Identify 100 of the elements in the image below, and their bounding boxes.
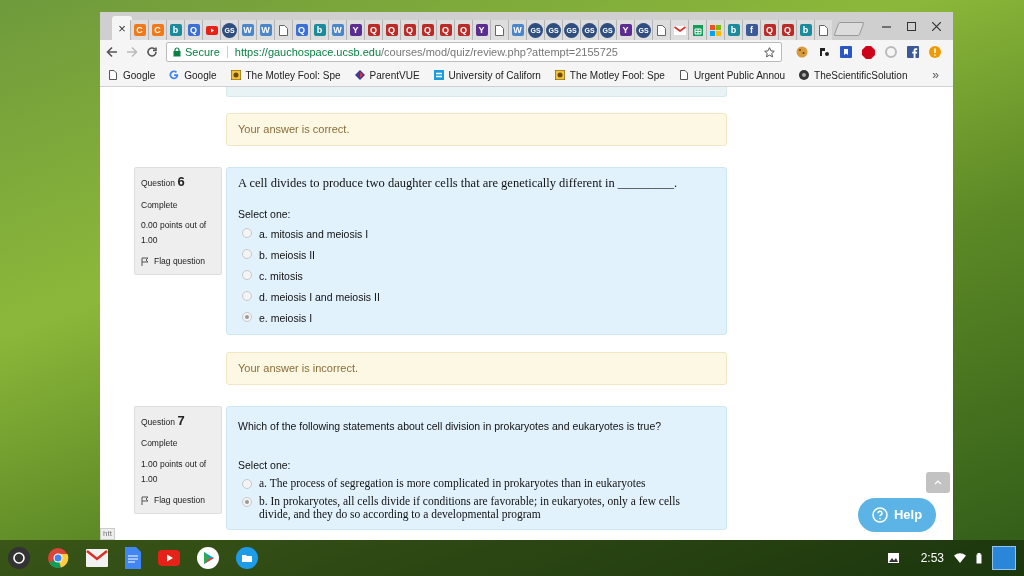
cookie-icon[interactable]: [796, 46, 808, 58]
reload-icon[interactable]: [146, 46, 158, 58]
browser-tab[interactable]: [490, 20, 508, 40]
browser-tab[interactable]: b: [166, 20, 184, 40]
feedback-text: Your answer is incorrect.: [226, 351, 727, 385]
play-video-icon: [205, 25, 218, 35]
page-icon: [495, 24, 504, 36]
answer-option-text: a. The process of segregation is more complicated in prokaryotes than in eukaryotes: [259, 477, 646, 490]
image-icon[interactable]: [887, 553, 899, 563]
page-icon: [678, 70, 689, 80]
favicon-icon: Q: [367, 24, 380, 36]
browser-tab[interactable]: b: [310, 20, 328, 40]
back-arrow-icon[interactable]: [106, 46, 118, 58]
browser-tab[interactable]: Y: [616, 20, 634, 40]
radio-button[interactable]: [242, 290, 252, 301]
browser-tab[interactable]: W: [238, 20, 256, 40]
maximize-icon[interactable]: [907, 21, 916, 31]
battery-icon[interactable]: [976, 552, 982, 564]
select-one-label: Select one:: [238, 206, 292, 222]
bookmark-link[interactable]: University of Californ: [433, 67, 541, 83]
browser-tab[interactable]: [670, 20, 688, 40]
adblock-icon[interactable]: [862, 45, 875, 59]
favicon-icon: b: [169, 24, 182, 36]
browser-tab[interactable]: Y: [346, 20, 364, 40]
browser-tab[interactable]: W: [256, 20, 274, 40]
address-field[interactable]: Secure https://gauchospace.ucsb.edu/courses/mod/quiz/review.php?attempt=2155725: [166, 42, 782, 62]
radio-button[interactable]: [242, 311, 252, 322]
bookmark-link[interactable]: The Motley Fool: Spe: [554, 67, 665, 83]
play-store-icon[interactable]: [197, 547, 219, 569]
question-prompt-text: Which of the following statements about cell division in prokaryotes and eukaryotes is true?: [238, 418, 663, 434]
bookmark-link[interactable]: ParentVUE: [354, 67, 420, 83]
play-video-icon[interactable]: [158, 550, 180, 566]
browser-tab[interactable]: b: [724, 20, 742, 40]
browser-tab[interactable]: [706, 20, 724, 40]
favicon-icon: Y: [619, 24, 632, 36]
feedback-text: Your answer is correct.: [226, 113, 727, 146]
launcher-icon[interactable]: [8, 547, 30, 569]
flag-question-link[interactable]: Flag question: [141, 255, 215, 268]
radio-button[interactable]: [242, 248, 252, 259]
bookmarks-overflow-button[interactable]: »: [932, 66, 945, 84]
flag-question-link[interactable]: Flag question: [141, 493, 215, 507]
bookmark-link[interactable]: Urgent Public Annou: [678, 67, 786, 83]
star-icon[interactable]: [764, 46, 775, 58]
favicon-icon: Q: [763, 24, 776, 36]
answer-option-text: d. meiosis I and meiosis II: [259, 289, 380, 305]
document-icon[interactable]: [125, 547, 141, 569]
browser-icon[interactable]: [47, 547, 69, 569]
grade-text: 1.00 points out of 1.00: [141, 457, 208, 486]
browser-tab[interactable]: Q: [382, 20, 400, 40]
browser-tab[interactable]: Q: [184, 20, 202, 40]
g-logo-icon: [169, 70, 180, 80]
browser-tab[interactable]: [814, 20, 832, 40]
radio-button[interactable]: [242, 479, 252, 489]
mail-icon[interactable]: [86, 549, 108, 567]
browser-tab[interactable]: [652, 20, 670, 40]
browser-tab[interactable]: Q: [418, 20, 436, 40]
browser-tab[interactable]: W: [508, 20, 526, 40]
browser-tab[interactable]: Q: [436, 20, 454, 40]
browser-tab[interactable]: ×: [112, 16, 132, 40]
facebook-icon[interactable]: [907, 46, 919, 58]
flag-icon: [141, 495, 149, 505]
browser-tab[interactable]: [202, 20, 220, 40]
favicon-icon: b: [313, 24, 326, 36]
browser-tab[interactable]: Q: [364, 20, 382, 40]
browser-tab[interactable]: Q: [400, 20, 418, 40]
folder-icon[interactable]: [236, 547, 258, 569]
chevron-up-icon: [934, 480, 942, 485]
browser-tab[interactable]: Y: [472, 20, 490, 40]
radio-button[interactable]: [242, 497, 252, 507]
favicon-icon: f: [745, 24, 758, 36]
bookmark-icon[interactable]: [840, 46, 852, 58]
radio-button[interactable]: [242, 227, 252, 238]
bookmark-link[interactable]: Google: [169, 67, 217, 83]
browser-tab[interactable]: b: [796, 20, 814, 40]
browser-tab[interactable]: Q: [292, 20, 310, 40]
browser-tab[interactable]: [274, 20, 292, 40]
jester-icon: [230, 70, 241, 80]
wifi-icon[interactable]: [954, 553, 966, 563]
striped-square-icon: [433, 70, 444, 80]
close-icon[interactable]: [932, 21, 941, 31]
page-icon: [279, 24, 288, 36]
favicon-icon: C: [133, 24, 146, 36]
clock-text[interactable]: 2:53: [920, 549, 944, 567]
bookmark-link[interactable]: TheScientificSolution: [799, 67, 908, 83]
bookmark-link[interactable]: Google: [108, 67, 156, 83]
browser-tab[interactable]: f: [742, 20, 760, 40]
browser-tab[interactable]: Q: [760, 20, 778, 40]
select-one-label: Select one:: [238, 458, 292, 474]
browser-tab[interactable]: Q: [454, 20, 472, 40]
jester-icon: [554, 70, 565, 80]
answer-option-text: b. In prokaryotes, all cells divide if conditions are favorable; in eukaryotes, only a few cells divide, and they do so according to a developmental program: [259, 495, 681, 521]
tab-close-button[interactable]: ×: [118, 21, 126, 35]
favicon-icon: Q: [385, 24, 398, 36]
browser-tab[interactable]: W: [328, 20, 346, 40]
browser-tab[interactable]: [688, 20, 706, 40]
radio-button[interactable]: [242, 269, 252, 280]
browser-tab[interactable]: Q: [778, 20, 796, 40]
bookmark-link[interactable]: The Motley Fool: Spe: [230, 67, 341, 83]
extension-icon[interactable]: [818, 46, 830, 58]
favicon-icon: Q: [295, 24, 308, 36]
